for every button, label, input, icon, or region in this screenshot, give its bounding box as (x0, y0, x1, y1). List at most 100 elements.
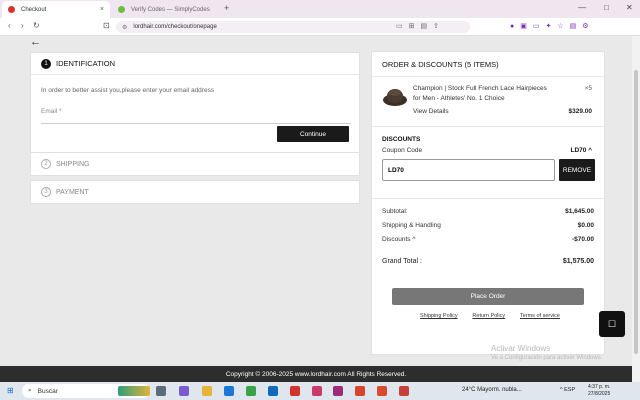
taskbar-clock[interactable]: 4:37 p. m. 27/8/2025 (588, 384, 610, 398)
close-tab-icon[interactable]: × (100, 6, 104, 13)
step-number: 1 (41, 58, 51, 69)
browser-icon[interactable] (333, 386, 343, 396)
email-field[interactable] (41, 116, 351, 124)
chat-button[interactable]: ☐ (599, 311, 625, 337)
summary-value: $1,645.00 (565, 208, 594, 215)
summary-value: -$70.00 (571, 236, 594, 243)
simplycodes-favicon-icon (118, 6, 125, 13)
summary-label: Subtotal: (382, 208, 408, 215)
browser-toolbar: ‹ › ↻ ⊡ ⚙ lordhair.com/checkout/onepage … (0, 18, 640, 36)
browser-icon[interactable] (377, 386, 387, 396)
url-text: lordhair.com/checkout/onepage (133, 24, 217, 30)
back-arrow-icon[interactable]: ← (30, 36, 41, 48)
bookmark-icon[interactable]: ⊡ (103, 21, 110, 30)
tab-title: Checkout (21, 6, 47, 13)
coupon-toggle[interactable]: LD70 ^ (571, 147, 593, 154)
site-footer: Copyright © 2006-2025 www.lordhair.com A… (0, 366, 632, 382)
terms-of-service-link[interactable]: Terms of service (520, 313, 560, 319)
policy-links: Shipping Policy Return Policy Terms of s… (420, 313, 560, 319)
taskbar-widget-icon[interactable] (118, 386, 150, 396)
mail-icon[interactable] (268, 386, 278, 396)
address-bar-action-icons[interactable]: ▭⊞▤⇪ (396, 22, 445, 30)
scrollbar-track (632, 366, 640, 382)
payment-title: PAYMENT (56, 188, 89, 196)
product-name: Champion | Stock Full French Lace Hairpi… (413, 85, 547, 102)
grand-total-value: $1,575.00 (562, 258, 594, 265)
view-details-link[interactable]: View Details (413, 108, 449, 115)
identification-header: 1 IDENTIFICATION (31, 53, 359, 75)
site-info-icon[interactable]: ⚙ (122, 24, 127, 31)
step-number: 2 (41, 159, 51, 169)
divider (372, 198, 604, 199)
app-icon[interactable] (179, 386, 189, 396)
page-scrollbar[interactable] (632, 36, 640, 366)
shipping-title: SHIPPING (56, 160, 90, 168)
back-button[interactable]: ‹ (8, 21, 11, 30)
windows-activation-watermark: Activar Windows (491, 344, 551, 353)
browser-icon[interactable] (312, 386, 322, 396)
file-explorer-icon[interactable] (202, 386, 212, 396)
copyright-text: Copyright © 2006-2025 www.lordhair.com A… (225, 370, 407, 378)
edge-icon[interactable] (224, 386, 234, 396)
product-thumbnail (383, 89, 407, 106)
browser-icon[interactable] (355, 386, 365, 396)
divider (372, 76, 604, 77)
identification-message: In order to better assist you,please ent… (41, 87, 215, 94)
tab-checkout[interactable]: Checkout × (2, 1, 110, 18)
forward-button[interactable]: › (21, 21, 24, 30)
summary-value: $0.00 (577, 222, 594, 229)
grand-total-label: Grand Total : (382, 258, 422, 265)
product-price: $329.00 (568, 108, 593, 115)
task-view-icon[interactable] (156, 386, 166, 396)
place-order-button[interactable]: Place Order (392, 288, 584, 305)
shipping-policy-link[interactable]: Shipping Policy (420, 313, 458, 319)
new-tab-button[interactable]: + (224, 3, 229, 13)
subtotal-row: Subtotal: $1,645.00 (382, 208, 594, 215)
shipping-step[interactable]: 2 SHIPPING (30, 152, 360, 176)
maximize-button[interactable]: □ (604, 3, 609, 12)
summary-label: Shipping & Handling (382, 222, 441, 229)
store-icon[interactable] (246, 386, 256, 396)
remove-coupon-button[interactable]: REMOVE (559, 159, 595, 181)
email-label: Email * (41, 108, 62, 115)
return-policy-link[interactable]: Return Policy (472, 313, 505, 319)
extension-icons[interactable]: ●▣▭✦☆▤⚙ (510, 22, 595, 30)
continue-button[interactable]: Continue (277, 126, 349, 142)
search-label: Buscar (37, 387, 58, 395)
shipping-row: Shipping & Handling $0.00 (382, 222, 594, 229)
windows-taskbar: ⊞ ⌕ Buscar 24°C Mayorm. nubla... ^ ESP 4… (0, 382, 640, 400)
browser-tab-strip: Checkout × Verify Codes — SimplyCodes + … (0, 0, 640, 18)
divider (372, 126, 604, 127)
close-window-button[interactable]: ✕ (626, 3, 633, 12)
minimize-button[interactable]: — (578, 3, 586, 12)
reload-button[interactable]: ↻ (33, 21, 40, 30)
order-title: ORDER & DISCOUNTS (5 ITEMS) (382, 60, 499, 69)
search-icon: ⌕ (28, 387, 32, 394)
weather-widget[interactable]: 24°C Mayorm. nubla... (462, 387, 522, 393)
grand-total-row: Grand Total : $1,575.00 (382, 258, 594, 265)
browser-icon[interactable] (290, 386, 300, 396)
tab-simplycodes[interactable]: Verify Codes — SimplyCodes (112, 1, 220, 18)
lordhair-favicon-icon (8, 6, 15, 13)
discounts-title: DISCOUNTS (382, 136, 421, 143)
identification-title: IDENTIFICATION (56, 59, 116, 68)
identification-panel: 1 IDENTIFICATION In order to better assi… (30, 52, 360, 164)
product-quantity: ×5 (584, 85, 592, 92)
clock-time: 4:37 p. m. (588, 384, 611, 390)
scrollbar-thumb[interactable] (634, 70, 638, 354)
windows-start-icon[interactable]: ⊞ (7, 386, 14, 395)
summary-label: Discounts ^ (382, 236, 416, 243)
clock-date: 27/8/2025 (588, 391, 611, 397)
chat-icon: ☐ (607, 318, 617, 329)
order-summary-panel: ORDER & DISCOUNTS (5 ITEMS) Champion | S… (371, 51, 605, 355)
system-tray[interactable]: ^ ESP (560, 387, 575, 393)
payment-step[interactable]: 3 PAYMENT (30, 180, 360, 204)
checkout-page: ← 1 IDENTIFICATION In order to better as… (0, 36, 632, 366)
discounts-row[interactable]: Discounts ^ -$70.00 (382, 236, 594, 243)
coupon-label: Coupon Code (382, 147, 423, 154)
browser-icon[interactable] (399, 386, 409, 396)
coupon-input[interactable] (382, 159, 555, 181)
step-number: 3 (41, 187, 51, 197)
tab-title: Verify Codes — SimplyCodes (131, 6, 210, 13)
windows-activation-hint: Ve a Configuración para activar Windows. (491, 355, 603, 361)
